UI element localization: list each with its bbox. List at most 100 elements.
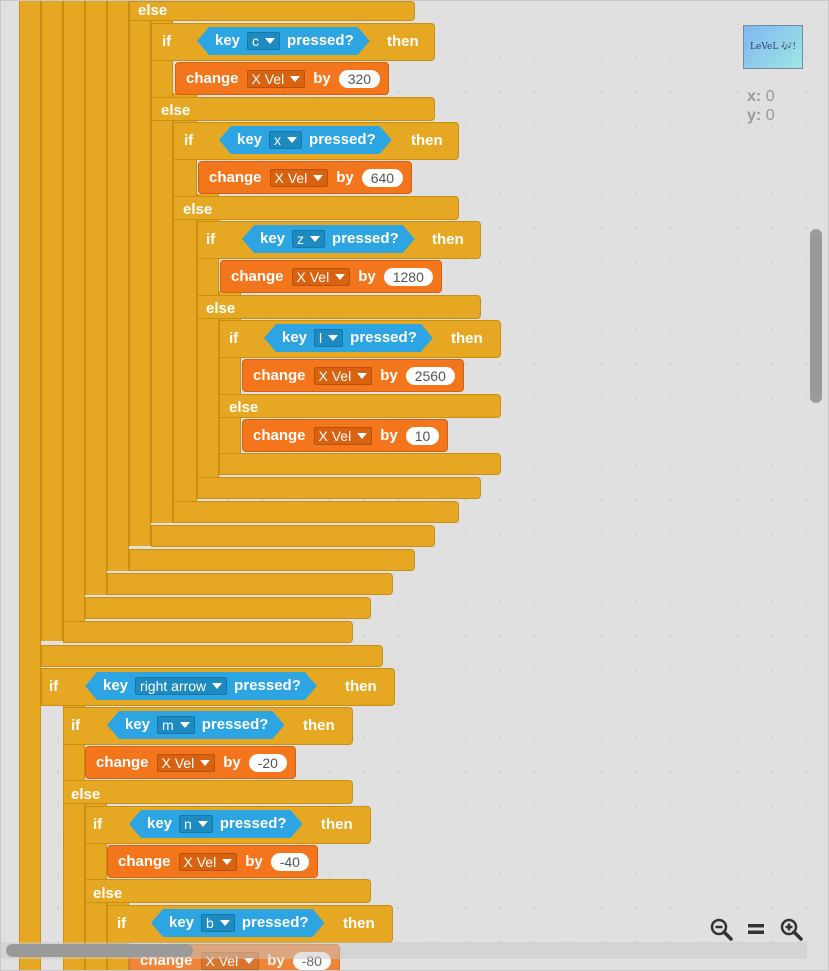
key-label: key [260,230,286,247]
else-arm [197,295,481,319]
pressed-label: pressed? [241,914,309,931]
by-label: by [313,70,331,87]
else-label: else [71,786,101,803]
pressed-label: pressed? [287,32,354,49]
c-block-end [151,525,435,547]
key-dropdown[interactable]: n [179,815,213,833]
c-block-rail [107,1,129,571]
dropdown-arrow-icon [220,920,230,926]
key-pressed-sensing-m[interactable]: key m pressed? [107,711,284,739]
key-label: key [282,329,308,346]
horizontal-scrollbar[interactable] [6,944,193,957]
by-label: by [358,268,376,285]
zoom-out-button[interactable] [707,915,735,943]
then-label: then [343,915,375,932]
key-pressed-sensing-z[interactable]: key z pressed? [242,225,415,253]
else-label: else [138,2,168,19]
change-variable-block[interactable]: change X Vel by 320 [175,62,390,95]
key-pressed-sensing-n[interactable]: key n pressed? [129,810,303,838]
dropdown-arrow-icon [198,821,208,827]
c-block-rail [63,1,85,621]
mouse-coordinates: x: 0 y: 0 [747,87,775,125]
else-label: else [93,885,123,902]
c-block-end [219,453,501,475]
c-block-end [107,573,393,595]
key-pressed-sensing-b[interactable]: key b pressed? [151,909,325,937]
then-label: then [321,816,353,833]
change-variable-block[interactable]: change X Vel by -20 [85,746,296,779]
vertical-scrollbar[interactable] [810,229,822,403]
dropdown-arrow-icon [357,432,368,439]
then-label: then [451,330,483,347]
zoom-in-button[interactable] [777,915,805,943]
scripts-area[interactable]: else if key c pressed? then change X Vel… [0,0,829,971]
variable-dropdown[interactable]: X Vel [313,366,373,385]
key-pressed-sensing-x[interactable]: key x pressed? [219,126,392,154]
key-dropdown[interactable]: l [314,329,343,347]
key-dropdown[interactable]: b [201,914,235,932]
sprite-thumbnail: LeVeL 🎶! [743,25,803,69]
x-label: x: [747,88,762,105]
variable-dropdown[interactable]: X Vel [313,426,373,445]
key-label: key [215,32,241,49]
variable-dropdown[interactable]: X Vel [178,852,238,871]
amount-input[interactable]: 2560 [405,366,455,385]
amount-input[interactable]: 320 [338,69,381,88]
amount-input[interactable]: 10 [405,426,440,445]
key-pressed-sensing-c[interactable]: key c pressed? [197,27,370,55]
y-label: y: [747,107,762,124]
change-variable-block[interactable]: change X Vel by 2560 [242,359,464,392]
key-label: key [169,914,195,931]
c-block-rail [41,1,63,641]
else-arm [63,780,353,804]
if-label: if [184,132,194,149]
if-label: if [93,816,103,833]
amount-input[interactable]: 1280 [383,267,433,286]
dropdown-arrow-icon [180,722,190,728]
key-dropdown[interactable]: c [247,32,280,50]
key-label: key [103,677,129,694]
c-block-rail [85,1,107,595]
variable-dropdown[interactable]: X Vel [246,69,306,88]
amount-input[interactable]: 640 [361,168,404,187]
key-dropdown[interactable]: m [157,716,195,734]
change-label: change [209,169,262,186]
change-variable-block[interactable]: change X Vel by 1280 [220,260,442,293]
if-label: if [162,33,172,50]
key-pressed-sensing-right-arrow[interactable]: key right arrow pressed? [85,672,317,700]
change-label: change [253,367,306,384]
key-dropdown[interactable]: right arrow [135,677,227,695]
c-block-rail [19,1,41,970]
change-variable-block[interactable]: change X Vel by -40 [107,845,318,878]
else-label: else [183,201,213,218]
key-dropdown[interactable]: z [292,230,325,248]
variable-dropdown[interactable]: X Vel [269,168,329,187]
amount-input[interactable]: -40 [270,852,309,871]
c-block-end [85,597,371,619]
variable-dropdown[interactable]: X Vel [291,267,351,286]
pressed-label: pressed? [332,230,399,247]
then-label: then [432,231,464,248]
amount-input[interactable]: -20 [248,753,287,772]
change-variable-block[interactable]: change X Vel by 10 [242,419,449,452]
key-label: key [237,131,263,148]
zoom-reset-button[interactable] [742,915,770,943]
else-arm [85,879,371,903]
else-arm [173,196,459,220]
key-pressed-sensing-l[interactable]: key l pressed? [264,324,433,352]
sprite-thumbnail-caption: LeVeL 🎶! [750,42,796,52]
by-label: by [245,853,263,870]
pressed-label: pressed? [219,815,287,832]
key-dropdown[interactable]: x [269,131,302,149]
variable-dropdown[interactable]: X Vel [156,753,216,772]
change-label: change [253,427,306,444]
pressed-label: pressed? [234,677,301,694]
dropdown-arrow-icon [290,75,301,82]
then-label: then [345,678,377,695]
dropdown-arrow-icon [222,858,233,865]
else-arm [219,394,501,418]
change-variable-block[interactable]: change X Vel by 640 [198,161,413,194]
if-label: if [71,717,81,734]
key-label: key [147,815,173,832]
else-label: else [229,399,259,416]
